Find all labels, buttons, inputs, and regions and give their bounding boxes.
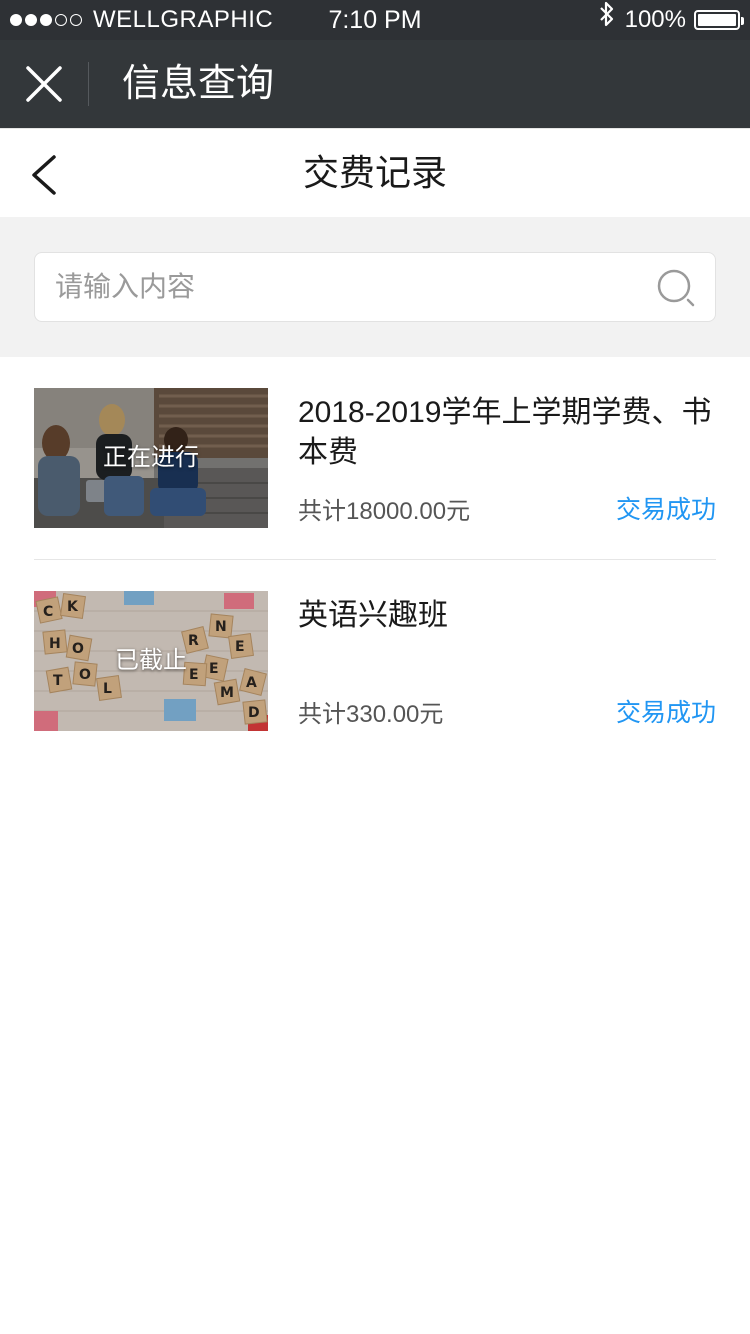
app-title: 信息查询 <box>122 63 275 105</box>
search-input[interactable] <box>53 253 653 321</box>
record-total: 共计18000.00元 <box>298 498 471 525</box>
close-button[interactable] <box>24 62 64 106</box>
record-title[interactable]: 英语兴趣班 <box>298 596 718 636</box>
bluetooth-icon <box>599 0 615 40</box>
search-area <box>0 217 750 357</box>
record-status[interactable]: 交易成功 <box>616 693 716 729</box>
battery-percent: 100% <box>624 6 686 33</box>
list-item[interactable]: 正在进行 2018-2019学年上学期学费、书本费 共计18000.00元 交易… <box>0 357 750 560</box>
nav-bar: 交费记录 <box>0 128 750 217</box>
status-bar: WELLGRAPHIC 7:10 PM 100% <box>0 0 750 40</box>
status-right: 100% <box>599 0 744 40</box>
search-box <box>34 252 716 322</box>
record-thumbnail[interactable]: 正在进行 <box>34 388 268 528</box>
record-badge: 正在进行 <box>103 444 199 471</box>
record-list: 正在进行 2018-2019学年上学期学费、书本费 共计18000.00元 交易… <box>0 357 750 763</box>
page-title: 交费记录 <box>302 152 447 193</box>
close-icon <box>26 66 62 102</box>
record-title[interactable]: 2018-2019学年上学期学费、书本费 <box>298 393 718 473</box>
search-icon[interactable] <box>657 269 697 309</box>
battery-icon <box>694 10 744 30</box>
header-divider <box>88 62 89 106</box>
app-header: 信息查询 <box>0 40 750 128</box>
record-status[interactable]: 交易成功 <box>616 490 716 526</box>
record-total: 共计330.00元 <box>298 701 444 728</box>
record-badge: 已截止 <box>115 647 187 674</box>
list-item[interactable]: CK HO TO LR NE EM AD E 已截止 英语兴趣班 共计330.0… <box>0 560 750 763</box>
record-thumbnail[interactable]: CK HO TO LR NE EM AD E 已截止 <box>34 591 268 731</box>
